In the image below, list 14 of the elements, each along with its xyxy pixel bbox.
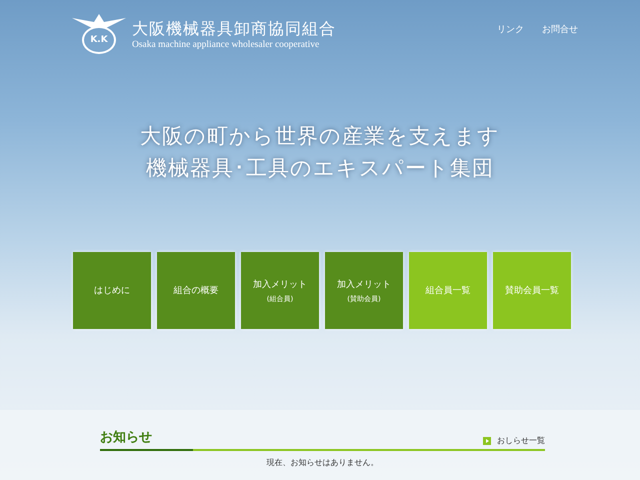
menu-tile[interactable]: 賛助会員一覧 <box>493 252 571 329</box>
nav-link[interactable]: リンク <box>497 22 524 36</box>
nav-link[interactable]: お問合せ <box>542 22 578 36</box>
news-message: 現在、お知らせはありません。 <box>266 457 380 468</box>
news-heading: お知らせ <box>100 429 152 446</box>
news-list-link[interactable]: おしらせ一覧 <box>483 435 545 446</box>
hero-text: 大阪の町から世界の産業を支えます <box>140 123 500 150</box>
menu-tile[interactable]: 組合員一覧 <box>409 252 487 329</box>
menu-tile[interactable]: はじめに <box>73 252 151 329</box>
menu-tile[interactable]: 組合の概要 <box>157 252 235 329</box>
arrow-icon <box>483 436 491 444</box>
site-title: 大阪機械器具卸商協同組合 <box>132 18 336 40</box>
hero-text: 機械器具･工具のエキスパート集団 <box>146 155 494 182</box>
site-subtitle: Osaka machine appliance wholesaler cooperative <box>132 40 320 50</box>
